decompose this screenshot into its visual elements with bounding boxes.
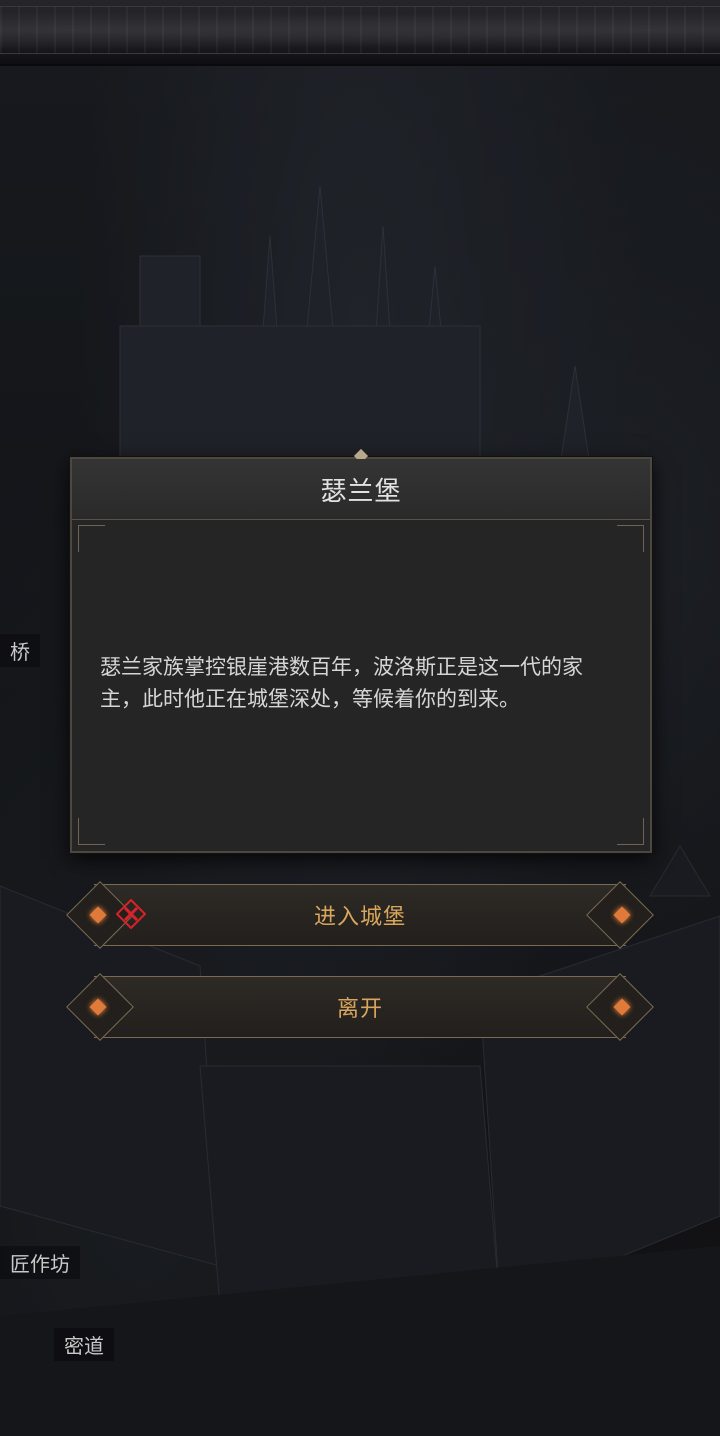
ornament-pattern	[0, 6, 720, 54]
dialog-description: 瑟兰家族掌控银崖港数百年，波洛斯正是这一代的家主，此时他正在城堡深处，等候着你的…	[100, 655, 583, 711]
corner-ornament	[78, 818, 105, 845]
dialog-title: 瑟兰堡	[320, 476, 402, 507]
leave-label: 离开	[336, 997, 383, 1022]
location-dialog: 瑟兰堡 瑟兰家族掌控银崖港数百年，波洛斯正是这一代的家主，此时他正在城堡深处，等…	[70, 448, 652, 853]
map-label-workshop[interactable]: 匠作坊	[0, 1246, 80, 1279]
map-label-secret-passage[interactable]: 密道	[54, 1328, 114, 1361]
corner-ornament	[78, 525, 105, 552]
close-x-icon	[116, 899, 146, 929]
enter-castle-button[interactable]: 进入城堡	[66, 881, 654, 949]
corner-ornament	[617, 525, 644, 552]
top-ornament-bar	[0, 0, 720, 66]
enter-castle-label: 进入城堡	[313, 905, 406, 930]
dialog-header: 瑟兰堡	[72, 459, 650, 520]
map-label-bridge[interactable]: 桥	[0, 634, 40, 667]
leave-button[interactable]: 离开	[66, 973, 654, 1041]
corner-ornament	[617, 818, 644, 845]
